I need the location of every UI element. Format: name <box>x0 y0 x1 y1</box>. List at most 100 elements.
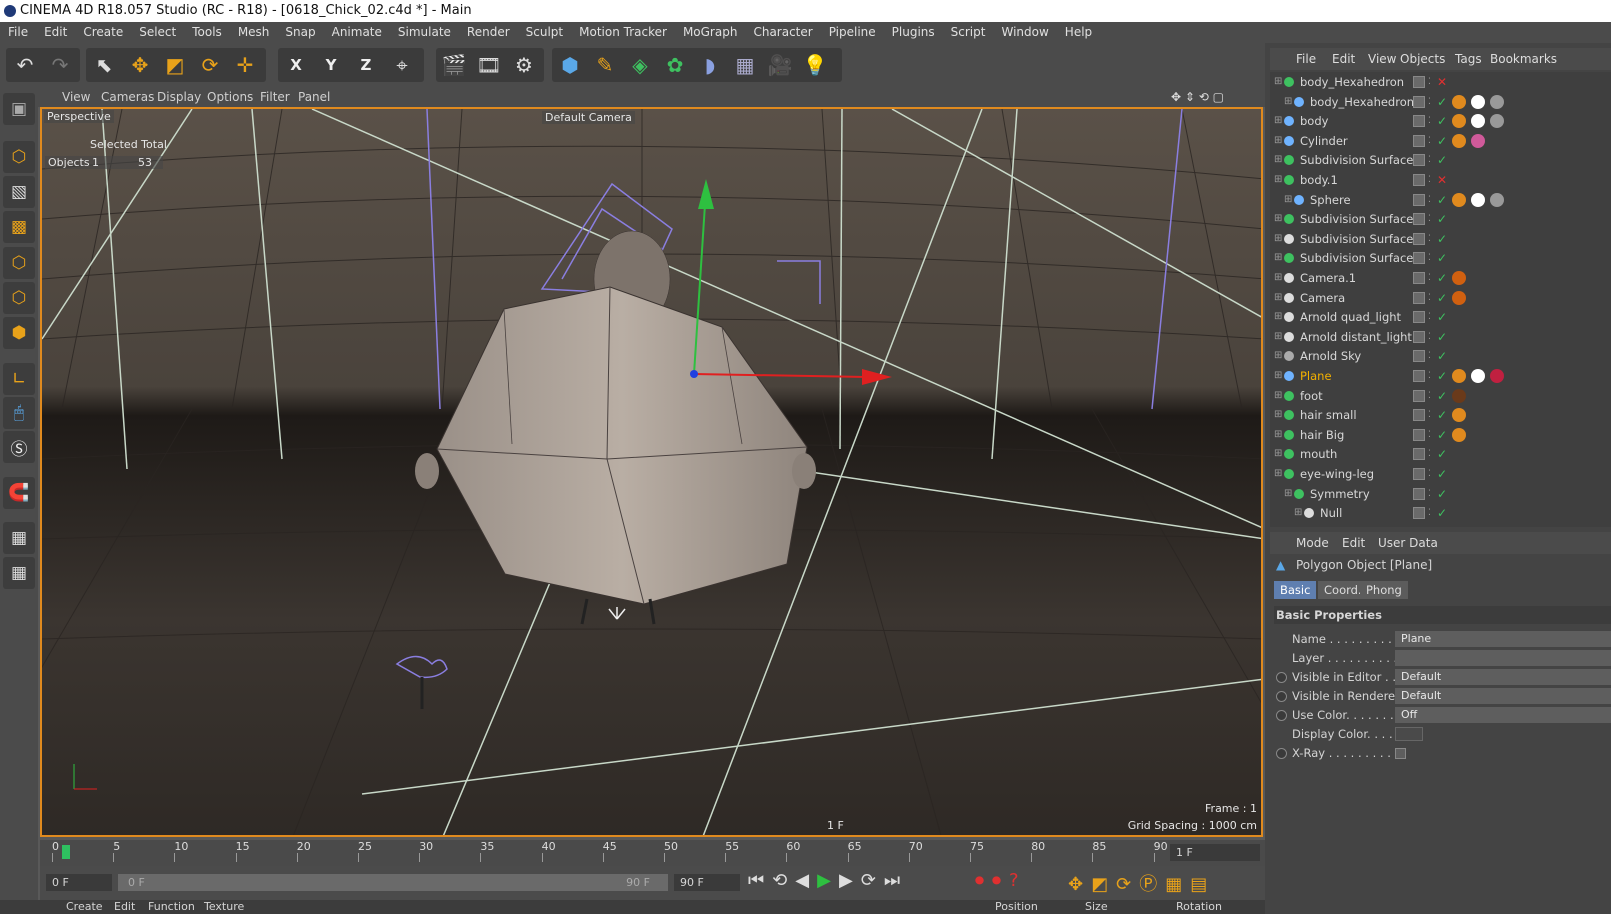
edges-mode-icon[interactable]: ⬡ <box>3 282 35 314</box>
enabled-check-icon[interactable]: ✓ <box>1437 92 1447 112</box>
play-icon[interactable]: ▶ <box>817 870 839 891</box>
key-parameter-icon[interactable]: Ⓟ <box>1139 874 1165 895</box>
scale-icon[interactable]: ◩ <box>159 49 191 81</box>
previous-key-icon[interactable]: ⟲ <box>772 870 795 891</box>
vp-menu-display[interactable]: Display <box>157 87 201 107</box>
object-name[interactable]: Arnold distant_light <box>1300 327 1412 347</box>
visibility-dots-icon[interactable]: ⁚ <box>1428 288 1431 308</box>
expand-toggle-icon[interactable]: ⊞ <box>1274 170 1282 190</box>
expand-toggle-icon[interactable]: ⊞ <box>1274 131 1282 151</box>
object-row[interactable]: ⊞ Arnold distant_light ⁚ ✓ <box>1270 327 1611 347</box>
light-icon[interactable]: 💡 <box>799 49 831 81</box>
timeline-window-icon[interactable]: ▤ <box>1190 874 1215 895</box>
object-name[interactable]: Subdivision Surface.1 <box>1300 209 1424 229</box>
timeline-end-field[interactable]: 1 F <box>1170 844 1260 861</box>
expand-toggle-icon[interactable]: ⊞ <box>1284 484 1292 504</box>
object-name[interactable]: Plane <box>1300 366 1332 386</box>
expand-toggle-icon[interactable]: ⊞ <box>1274 425 1282 445</box>
object-tag-icon[interactable] <box>1471 94 1485 109</box>
layer-color-box[interactable] <box>1413 507 1425 520</box>
menu-sculpt[interactable]: Sculpt <box>518 22 571 43</box>
camera-label[interactable]: Default Camera <box>542 111 635 124</box>
vp-menu-panel[interactable]: Panel <box>298 87 330 107</box>
layer-color-box[interactable] <box>1413 115 1425 128</box>
menu-motion-tracker[interactable]: Motion Tracker <box>571 22 675 43</box>
menu-create[interactable]: Create <box>75 22 131 43</box>
object-tag-icon[interactable] <box>1490 114 1504 129</box>
key-scale-icon[interactable]: ◩ <box>1091 874 1116 895</box>
menu-mograph[interactable]: MoGraph <box>675 22 746 43</box>
disabled-x-icon[interactable]: ✕ <box>1437 170 1447 190</box>
vp-menu-view[interactable]: View <box>62 87 90 107</box>
timeline-ruler[interactable]: 0 5 10 15 20 25 30 35 40 45 50 55 60 65 70 75 80 85 90 1 F <box>40 840 1265 866</box>
menu-window[interactable]: Window <box>993 22 1056 43</box>
object-row[interactable]: ⊞ body_Hexahedron ⁚ ✓ <box>1270 92 1611 112</box>
xray-checkbox[interactable] <box>1395 748 1406 759</box>
object-tag-icon[interactable] <box>1452 133 1466 148</box>
object-name[interactable]: Subdivision Surface <box>1300 248 1413 268</box>
object-tag-icon[interactable] <box>1452 290 1466 305</box>
object-tag-icon[interactable] <box>1452 271 1466 285</box>
visibility-dots-icon[interactable]: ⁚ <box>1428 464 1431 484</box>
expand-toggle-icon[interactable]: ⊞ <box>1274 268 1282 288</box>
menu-render[interactable]: Render <box>459 22 518 43</box>
expand-toggle-icon[interactable]: ⊞ <box>1274 288 1282 308</box>
om-menu-view[interactable]: View <box>1368 48 1396 70</box>
expand-toggle-icon[interactable]: ⊞ <box>1274 72 1282 92</box>
object-row[interactable]: ⊞ hair small ⁚ ✓ <box>1270 405 1611 425</box>
enabled-check-icon[interactable]: ✓ <box>1437 464 1447 484</box>
object-tag-icon[interactable] <box>1490 192 1504 207</box>
object-row[interactable]: ⊞ Arnold quad_light ⁚ ✓ <box>1270 307 1611 327</box>
menu-file[interactable]: File <box>0 22 36 43</box>
menu-mesh[interactable]: Mesh <box>230 22 278 43</box>
object-tag-icon[interactable] <box>1471 133 1485 148</box>
visibility-dots-icon[interactable]: ⁚ <box>1428 268 1431 288</box>
expand-toggle-icon[interactable]: ⊞ <box>1274 464 1282 484</box>
expand-toggle-icon[interactable]: ⊞ <box>1284 92 1292 112</box>
visibility-dots-icon[interactable]: ⁚ <box>1428 229 1431 249</box>
object-row[interactable]: ⊞ Subdivision Surface.1 ⁚ ✓ <box>1270 229 1611 249</box>
z-axis-lock-button[interactable]: Z <box>350 49 382 81</box>
render-settings-icon[interactable]: ⚙ <box>508 49 540 81</box>
keyframe-selection-icon[interactable]: ? <box>1009 870 1027 891</box>
floor-icon[interactable]: ▦ <box>729 49 761 81</box>
expand-toggle-icon[interactable]: ⊞ <box>1274 327 1282 347</box>
enabled-check-icon[interactable]: ✓ <box>1437 248 1447 268</box>
key-pla-icon[interactable]: ▦ <box>1165 874 1190 895</box>
animate-radio-icon[interactable] <box>1276 672 1287 683</box>
coordinate-system-icon[interactable]: ⌖ <box>386 49 418 81</box>
object-row[interactable]: ⊞ Camera.1 ⁚ ✓ <box>1270 268 1611 288</box>
om-menu-bookmarks[interactable]: Bookmarks <box>1490 48 1557 70</box>
viewport-navigation-icon[interactable]: ✥ ⇕ ⟲ ▢ <box>1171 87 1224 107</box>
menu-edit[interactable]: Edit <box>36 22 75 43</box>
enabled-check-icon[interactable]: ✓ <box>1437 190 1447 210</box>
expand-toggle-icon[interactable]: ⊞ <box>1274 307 1282 327</box>
visibility-dots-icon[interactable]: ⁚ <box>1428 405 1431 425</box>
planar-workplane-icon[interactable]: ▦ <box>3 557 35 589</box>
camera-icon[interactable]: 🎥 <box>764 49 796 81</box>
previous-frame-icon[interactable]: ◀ <box>795 870 817 891</box>
object-name[interactable]: Arnold quad_light <box>1300 307 1401 327</box>
object-name[interactable]: body.1 <box>1300 170 1338 190</box>
go-to-end-icon[interactable]: ⏭ <box>884 870 908 891</box>
object-name[interactable]: Cylinder <box>1300 131 1348 151</box>
visibility-dots-icon[interactable]: ⁚ <box>1428 248 1431 268</box>
visibility-dots-icon[interactable]: ⁚ <box>1428 327 1431 347</box>
menu-simulate[interactable]: Simulate <box>390 22 459 43</box>
visibility-dots-icon[interactable]: ⁚ <box>1428 346 1431 366</box>
object-name[interactable]: Subdivision Surface.1 <box>1300 229 1424 249</box>
layer-color-box[interactable] <box>1413 252 1425 265</box>
object-name[interactable]: Subdivision Surface.2 <box>1300 150 1424 170</box>
object-row[interactable]: ⊞ Plane ⁚ ✓ <box>1270 366 1611 386</box>
expand-toggle-icon[interactable]: ⊞ <box>1274 346 1282 366</box>
workplane-mode-icon[interactable]: ▩ <box>3 211 35 243</box>
om-menu-objects[interactable]: Objects <box>1400 48 1445 70</box>
layer-color-box[interactable] <box>1413 193 1425 206</box>
tab-phong[interactable]: Phong <box>1360 581 1408 599</box>
object-name[interactable]: Null <box>1320 503 1342 523</box>
enabled-check-icon[interactable]: ✓ <box>1437 111 1447 131</box>
object-tag-icon[interactable] <box>1471 192 1485 207</box>
move-last-tool-icon[interactable]: ✛ <box>229 49 261 81</box>
mat-menu-create[interactable]: Create <box>66 900 103 914</box>
layer-color-box[interactable] <box>1413 134 1425 147</box>
